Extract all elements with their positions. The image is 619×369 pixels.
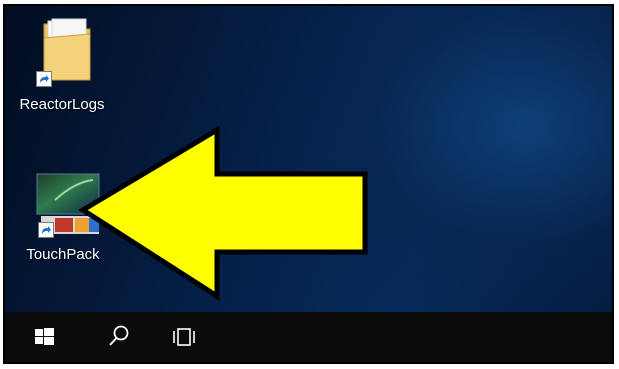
screenshot-frame: ReactorLogs TouchPack [3, 4, 614, 364]
search-icon [109, 325, 129, 346]
start-button[interactable] [21, 312, 67, 362]
task-view-icon [173, 328, 195, 346]
windows-logo-icon [35, 328, 54, 345]
desktop-icon-reactorlogs[interactable]: ReactorLogs [10, 16, 114, 116]
desktop-icon-label: ReactorLogs [19, 96, 105, 113]
shortcut-arrow-icon [38, 222, 54, 238]
taskbar [5, 312, 612, 362]
search-button[interactable] [95, 312, 141, 362]
pointer-arrow-icon [78, 126, 368, 301]
desktop: ReactorLogs TouchPack [5, 6, 612, 312]
task-view-button[interactable] [161, 312, 207, 362]
shortcut-arrow-icon [36, 71, 52, 87]
